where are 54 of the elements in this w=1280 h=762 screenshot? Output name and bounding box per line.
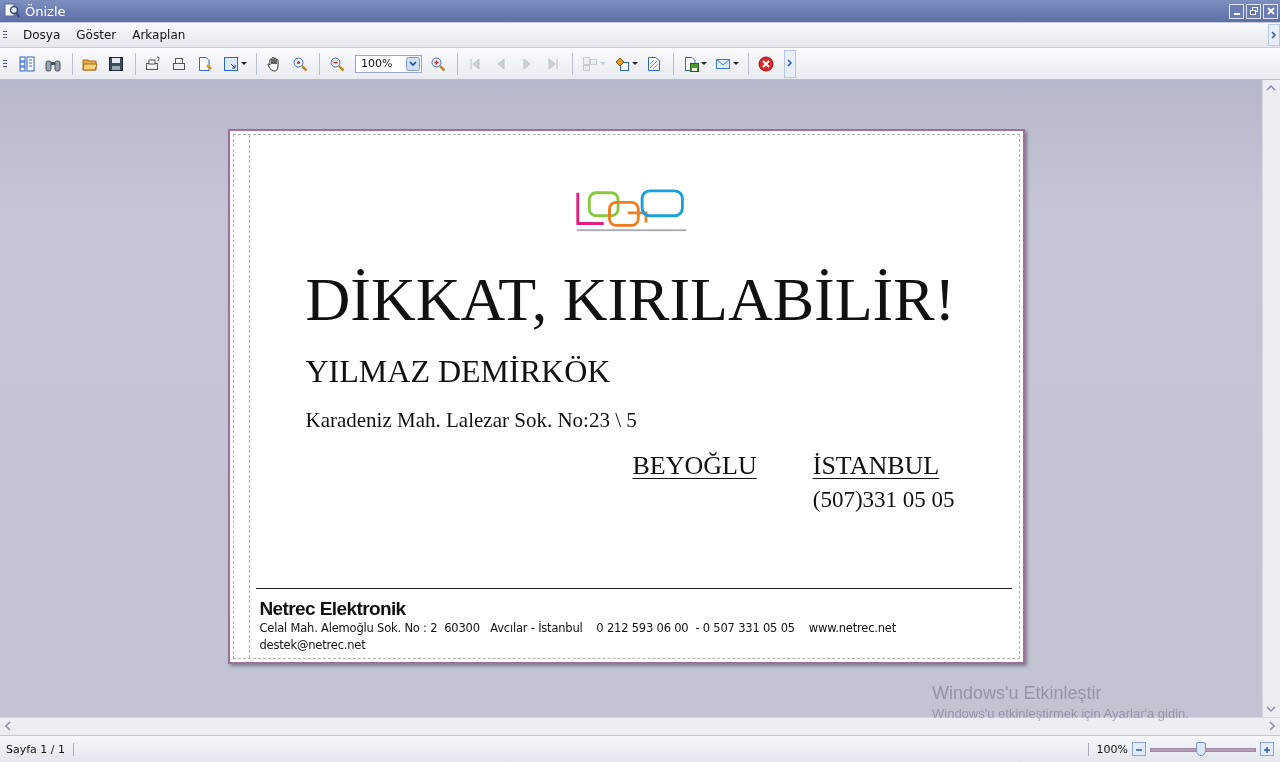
zoom-percentage: 100% [1087, 742, 1128, 756]
close-preview-icon [758, 55, 774, 72]
watermark-icon [646, 55, 662, 72]
zoom-in-button[interactable] [1260, 742, 1274, 756]
chevron-right-icon [1270, 29, 1278, 40]
export-icon [683, 55, 699, 72]
zoom-out-icon [329, 55, 345, 72]
restore-icon [1248, 6, 1259, 16]
overflow-button[interactable] [784, 49, 796, 78]
restore-button[interactable] [1246, 3, 1261, 19]
outline-icon [19, 55, 35, 72]
window-title: Önizle [25, 3, 66, 19]
company-email: destek@netrec.net [259, 637, 367, 654]
page-indicator: Sayfa 1 / 1 [6, 742, 75, 756]
company-name: Netrec Elektronik [259, 598, 407, 620]
district-text: BEYOĞLU [632, 451, 757, 483]
magnifier-page-icon [4, 3, 20, 19]
print-setup-icon [145, 55, 161, 72]
recipient-address: Karadeniz Mah. Lalezar Sok. No:23 \ 5 [305, 408, 638, 434]
menu-item[interactable]: Arkaplan [124, 26, 194, 44]
activation-message: Windows'u etkinleştirmek için Ayarlar'a gidin. [932, 706, 1189, 721]
phone-number: (507)331 05 05 [812, 487, 955, 514]
zoom-slider[interactable] [1150, 742, 1256, 756]
hand-icon [266, 55, 282, 72]
slider-thumb[interactable] [1195, 742, 1206, 756]
close-button[interactable] [1263, 3, 1278, 19]
company-details: Celal Mah. Alemoğlu Sok. No : 2 60300 Avcılar - İstanbul 0 212 593 06 00 - 0 507 331 05 05 www.netrec.net [259, 620, 897, 637]
chevron-right-icon [786, 58, 794, 68]
multi-page-icon [582, 55, 598, 72]
zoom-out-button[interactable] [1132, 742, 1146, 756]
page-settings-icon [197, 55, 213, 72]
dropdown-arrow-icon [733, 61, 739, 66]
document-heading: DİKKAT, KIRILABİLİR! [305, 265, 957, 334]
city-text: İSTANBUL [812, 451, 941, 482]
zoom-icon [292, 55, 308, 72]
fill-color-icon [614, 55, 630, 72]
dropdown-arrow-icon [632, 61, 638, 66]
dropdown-arrow-icon [241, 61, 247, 66]
menu-item[interactable]: Göster [68, 26, 125, 44]
close-icon [1265, 6, 1276, 16]
overflow-button[interactable] [1268, 24, 1280, 46]
dropdown-arrow-icon [600, 61, 606, 66]
dropdown-arrow-icon [701, 61, 707, 66]
menu-item[interactable]: Dosya [15, 26, 69, 44]
zoom-in-icon [430, 55, 446, 72]
minimize-icon [1233, 12, 1240, 15]
recipient-name: YILMAZ DEMİRKÖK [305, 353, 612, 391]
minimize-button[interactable] [1229, 3, 1244, 19]
page-resize-icon [223, 55, 239, 72]
save-icon [108, 55, 124, 72]
printer-icon [171, 55, 187, 72]
vertical-scrollbar[interactable] [1262, 80, 1280, 717]
zoom-combo-box[interactable]: 100% [355, 54, 422, 73]
plus-icon [1262, 745, 1272, 755]
